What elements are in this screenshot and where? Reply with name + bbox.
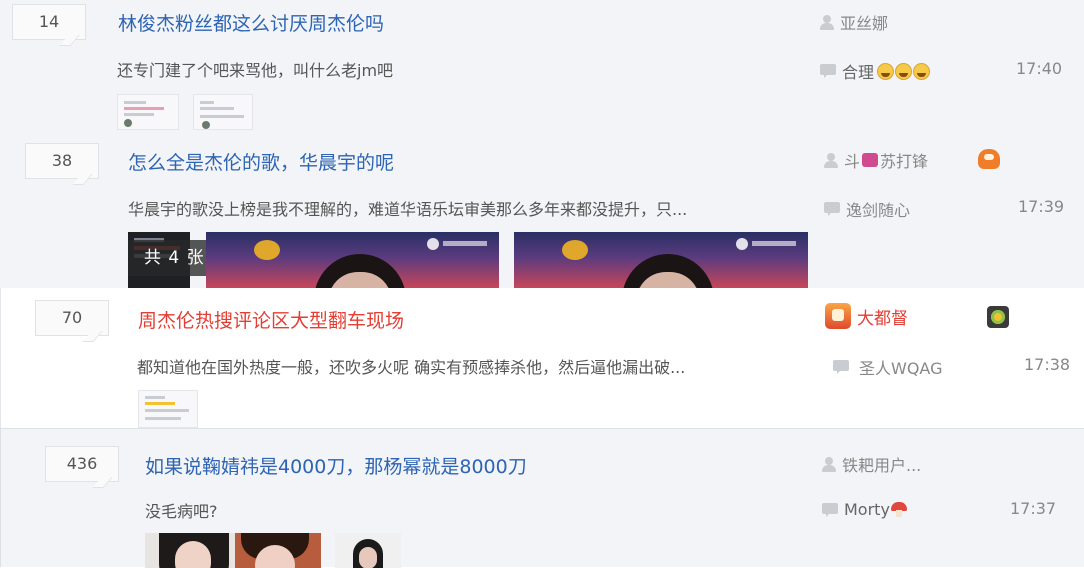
author-mark-icon bbox=[862, 153, 879, 167]
last-reply-name[interactable]: 圣人WQAG bbox=[859, 355, 942, 379]
thread-image[interactable] bbox=[145, 533, 235, 568]
thread-thumbnail[interactable] bbox=[117, 94, 179, 130]
author-name[interactable]: 大都督 bbox=[857, 304, 908, 329]
reply-icon bbox=[824, 202, 840, 216]
thread-title-link[interactable]: 周杰伦热搜评论区大型翻车现场 bbox=[138, 306, 404, 333]
reply-count: 70 bbox=[35, 300, 109, 336]
last-reply-name[interactable]: 合理 bbox=[842, 59, 874, 83]
mushroom-icon bbox=[890, 501, 907, 518]
thread-item: 14 林俊杰粉丝都这么讨厌周杰伦吗 还专门建了个吧来骂他，叫什么老jm吧 亚丝娜… bbox=[0, 0, 1084, 140]
thread-abstract: 都知道他在国外热度一般，还吹多火呢 确实有预感捧杀他，然后逼他漏出破... bbox=[137, 358, 686, 377]
author-icon bbox=[824, 152, 838, 168]
thread-abstract: 华晨宇的歌没上榜是我不理解的，难道华语乐坛审美那么多年来都没提升，只... bbox=[128, 200, 688, 219]
thread-title-link[interactable]: 林俊杰粉丝都这么讨厌周杰伦吗 bbox=[118, 9, 384, 36]
thread-item: 70 周杰伦热搜评论区大型翻车现场 都知道他在国外热度一般，还吹多火呢 确实有预… bbox=[0, 288, 1084, 428]
author-name-prefix[interactable]: 斗 bbox=[844, 148, 860, 172]
reply-count: 38 bbox=[25, 143, 99, 179]
last-reply-user[interactable]: 圣人WQAG bbox=[833, 355, 942, 379]
reply-count: 436 bbox=[45, 446, 119, 482]
fan-badge-icon bbox=[978, 149, 1000, 169]
thread-author[interactable]: 铁耙用户... bbox=[822, 452, 921, 476]
thread-author[interactable]: 亚丝娜 bbox=[820, 10, 888, 34]
fan-badge-icon bbox=[987, 306, 1009, 328]
thread-author[interactable]: 斗 苏打锋 bbox=[824, 148, 928, 172]
thread-abstract: 还专门建了个吧来骂他，叫什么老jm吧 bbox=[117, 61, 394, 80]
last-reply-time: 17:40 bbox=[1016, 59, 1063, 78]
last-reply-user[interactable]: 逸剑随心 bbox=[824, 197, 910, 221]
last-reply-time: 17:37 bbox=[1010, 499, 1057, 518]
last-reply-user[interactable]: 合理 bbox=[820, 59, 931, 83]
author-name-suffix[interactable]: 苏打锋 bbox=[880, 148, 928, 172]
thread-image[interactable] bbox=[235, 533, 321, 568]
thread-image[interactable] bbox=[335, 533, 401, 568]
vip-icon bbox=[825, 303, 851, 329]
reply-icon bbox=[833, 360, 849, 374]
thread-title-link[interactable]: 如果说鞠婧祎是4000刀，那杨幂就是8000刀 bbox=[145, 452, 527, 479]
author-name[interactable]: 铁耙用户... bbox=[842, 452, 921, 476]
thread-item: 436 如果说鞠婧祎是4000刀，那杨幂就是8000刀 没毛病吧? 铁耙用户..… bbox=[0, 428, 1084, 568]
emoji-icon bbox=[876, 62, 931, 80]
album-count-badge[interactable]: 共 4 张 bbox=[128, 240, 206, 276]
author-name[interactable]: 亚丝娜 bbox=[840, 10, 888, 34]
thread-abstract: 没毛病吧? bbox=[145, 502, 218, 521]
thread-author[interactable]: 大都督 bbox=[825, 303, 908, 329]
last-reply-name[interactable]: 逸剑随心 bbox=[846, 197, 910, 221]
thread-thumbnail[interactable] bbox=[138, 390, 198, 428]
author-icon bbox=[822, 456, 836, 472]
author-icon bbox=[820, 14, 834, 30]
thread-image[interactable] bbox=[514, 232, 808, 288]
last-reply-time: 17:38 bbox=[1024, 355, 1071, 374]
last-reply-user[interactable]: Morty bbox=[822, 500, 907, 519]
thread-image[interactable] bbox=[206, 232, 499, 288]
last-reply-time: 17:39 bbox=[1018, 197, 1065, 216]
reply-count: 14 bbox=[12, 4, 86, 40]
reply-icon bbox=[822, 502, 838, 517]
thread-title-link[interactable]: 怎么全是杰伦的歌，华晨宇的呢 bbox=[128, 148, 394, 175]
last-reply-name[interactable]: Morty bbox=[844, 500, 890, 519]
reply-icon bbox=[820, 64, 836, 78]
thread-thumbnail[interactable] bbox=[193, 94, 253, 130]
